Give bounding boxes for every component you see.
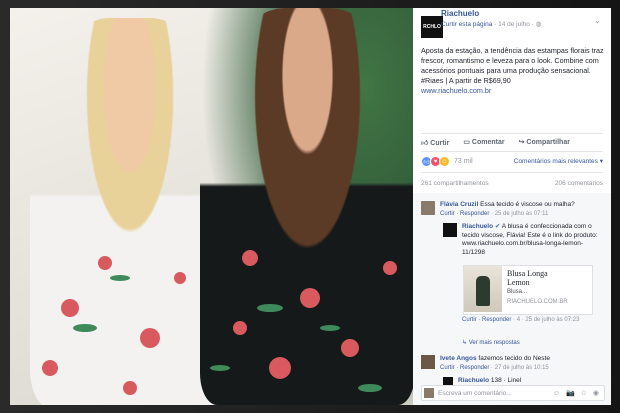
comment-icon: ▭ — [463, 139, 472, 146]
reactions-summary[interactable]: 👍︎ ♥ ☺ 73 mil — [421, 156, 473, 167]
reply: Riachuelo ✔ A blusa é confeccionada com … — [443, 223, 603, 257]
page-name[interactable]: Riachuelo — [441, 9, 479, 18]
comment-author[interactable]: Ivete Angos — [440, 355, 477, 362]
verified-icon: ✔ — [494, 223, 501, 230]
comment-actions[interactable]: Curtir · Responder — [440, 211, 489, 217]
comment-label: Comentar — [471, 139, 505, 146]
comment-actions[interactable]: Curtir · Responder — [440, 365, 489, 371]
comment-text: 138 · Linel — [490, 377, 522, 384]
globe-icon: ◍ — [535, 21, 542, 28]
caption-link[interactable]: www.riachuelo.com.br — [421, 86, 491, 95]
comment-time: 4 · 25 de julho às 07:23 — [516, 317, 580, 323]
comment-author[interactable]: Riachuelo — [462, 223, 493, 230]
comment-placeholder: Escreva um comentário... — [438, 389, 512, 397]
more-replies-link[interactable]: ↳ Ver mais respostas — [462, 339, 520, 346]
card-description: Blusa... — [507, 289, 528, 295]
like-button[interactable]: 👍︎ Curtir — [421, 138, 449, 147]
card-domain: RIACHUELO.COM.BR — [507, 299, 568, 305]
post-subline: Curtir esta página · 14 de julho · ◍ — [441, 21, 542, 28]
post-header: RCHLO — [421, 16, 443, 38]
post-date[interactable]: 14 de julho — [498, 21, 530, 28]
post-caption: Aposta da estação, a tendência das estam… — [421, 46, 605, 96]
product-image — [464, 266, 502, 312]
more-replies-label: ↳ Ver mais respostas — [462, 340, 520, 346]
comment-tools-icon[interactable]: ☺ 📷 ☆ ◉ — [553, 389, 601, 397]
reaction-count: 73 mil — [454, 158, 473, 165]
reply-meta: Curtir · Responder · 4 · 25 de julho às … — [462, 317, 580, 323]
comments-section: Flávia Cruzil Essa tecido é viscose ou m… — [413, 193, 611, 405]
like-label: Curtir — [430, 140, 450, 147]
page-logo[interactable]: RCHLO — [421, 16, 443, 38]
caption-text: Aposta da estação, a tendência das estam… — [421, 46, 604, 85]
avatar[interactable] — [421, 201, 435, 215]
comment-author[interactable]: Flávia Cruzil — [440, 201, 478, 208]
action-bar: 👍︎ Curtir ▭ Comentar ↪ Compartilhar — [421, 138, 605, 147]
post-stats: 261 compartilhamentos 206 comentários — [421, 180, 603, 187]
post-photo[interactable] — [10, 8, 413, 405]
card-title-line1: Blusa Longa — [507, 269, 548, 278]
wow-reaction-icon: ☺ — [439, 156, 450, 167]
thumbs-up-icon: 👍︎ — [421, 140, 431, 147]
comment-input[interactable]: Escreva um comentário... ☺ 📷 ☆ ◉ — [421, 385, 605, 401]
comment-text: fazemos tecido do Neste — [478, 355, 550, 362]
share-button[interactable]: ↪ Compartilhar — [519, 138, 570, 147]
comment: Ivete Angos fazemos tecido do Neste Curt… — [421, 355, 603, 372]
comment-count[interactable]: 206 comentários — [555, 180, 603, 187]
floral-print — [42, 250, 397, 395]
chevron-down-icon[interactable]: ⌄ — [594, 16, 601, 25]
divider — [421, 172, 603, 173]
share-label: Compartilhar — [526, 139, 570, 146]
link-preview-card[interactable]: Blusa Longa Lemon Blusa... RIACHUELO.COM… — [463, 265, 593, 315]
comment-time: 27 de julho às 10:15 — [494, 364, 549, 371]
avatar[interactable] — [421, 355, 435, 369]
comment-sort-dropdown[interactable]: Comentários mais relevantes ▾ — [514, 157, 603, 165]
comment-time: 25 de julho às 07:11 — [494, 210, 549, 217]
divider — [421, 151, 603, 152]
avatar[interactable] — [443, 223, 457, 237]
comment-actions[interactable]: Curtir · Responder — [462, 317, 511, 323]
post-sidebar: RCHLO Riachuelo Curtir esta página · 14 … — [413, 8, 611, 405]
share-count[interactable]: 261 compartilhamentos — [421, 180, 489, 187]
follow-page-link[interactable]: Curtir esta página — [441, 21, 492, 28]
comment: Flávia Cruzil Essa tecido é viscose ou m… — [421, 201, 603, 218]
divider — [421, 133, 603, 134]
comment-button[interactable]: ▭ Comentar — [463, 138, 504, 147]
comment-meta: Curtir · Responder · 25 de julho às 07:1… — [440, 210, 549, 217]
comment-text: Essa tecido é viscose ou malha? — [480, 201, 575, 208]
card-title-line2: Lemon — [507, 278, 530, 287]
comment-author[interactable]: Riachuelo — [458, 377, 489, 384]
avatar — [424, 388, 434, 398]
